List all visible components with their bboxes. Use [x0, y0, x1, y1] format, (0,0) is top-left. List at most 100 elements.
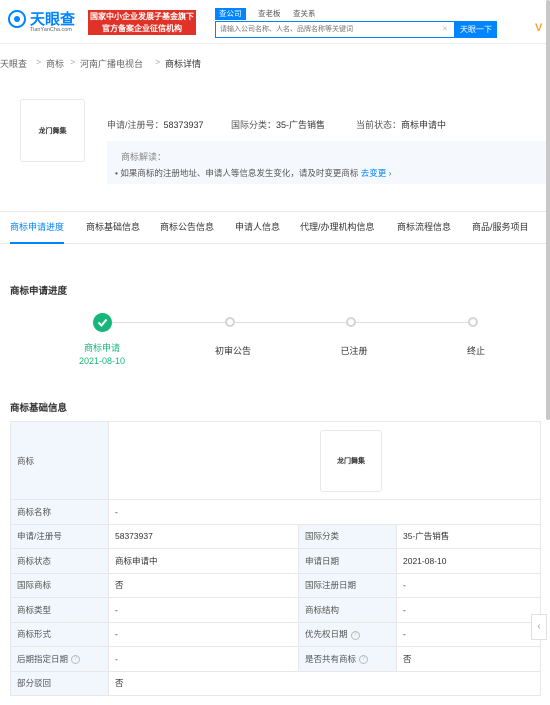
- row-value: -: [108, 621, 299, 647]
- row-key: 国际商标: [10, 572, 109, 598]
- row-key: 商标状态: [10, 548, 109, 574]
- table-row: 部分驳回 否: [10, 670, 542, 696]
- summary-class-value: 35-广告销售: [276, 120, 326, 130]
- gov-badge[interactable]: 国家中小企业发展子基金旗下 官方备案企业征信机构: [88, 10, 196, 35]
- breadcrumb-separator: >: [70, 57, 76, 67]
- breadcrumb-current: 商标详情: [165, 59, 202, 69]
- table-row: 商标 龙门舞集: [10, 421, 542, 500]
- search-input[interactable]: [216, 22, 451, 37]
- row-value: -: [395, 621, 542, 647]
- row-key: 是否共有商标: [305, 653, 357, 664]
- logo-eye-icon: [8, 10, 26, 28]
- tab-announcement[interactable]: 商标公告信息: [160, 212, 214, 243]
- breadcrumb-separator: >: [155, 57, 161, 67]
- row-key: 优先权日期: [305, 629, 348, 640]
- table-row: 国际商标 否 国际注册日期 -: [10, 572, 542, 598]
- step-date-application: 2021-08-10: [78, 356, 126, 366]
- row-key: 商标形式: [10, 621, 109, 647]
- row-key: 商标结构: [298, 597, 397, 623]
- row-key: 商标名称: [10, 499, 109, 525]
- help-icon[interactable]: ?: [71, 655, 81, 664]
- change-trademark-link[interactable]: 去变更 ›: [361, 168, 392, 178]
- detail-tabs: 商标申请进度 商标基础信息 商标公告信息 申请人信息 代理/办理机构信息 商标流…: [0, 211, 550, 244]
- summary-class: 国际分类：35-广告销售: [231, 118, 325, 131]
- row-value: 35-广告销售: [395, 523, 542, 549]
- row-value: -: [395, 597, 542, 623]
- row-key: 申请/注册号: [10, 523, 109, 549]
- progress-section-title: 商标申请进度: [10, 286, 68, 297]
- row-key: 申请日期: [298, 548, 397, 574]
- tab-goods-services[interactable]: 商品/服务项目: [472, 212, 529, 243]
- search-button[interactable]: 天眼一下: [455, 21, 497, 38]
- hint-text-body: • 如果商标的注册地址、申请人等信息发生变化，请及时变更商标: [115, 168, 359, 178]
- logo-subtitle: TianYanCha.com: [30, 27, 72, 33]
- row-value: 否: [395, 646, 542, 672]
- row-key: 国际注册日期: [298, 572, 397, 598]
- breadcrumb-trademark[interactable]: 商标: [46, 57, 64, 70]
- tab-basic-info[interactable]: 商标基础信息: [86, 212, 140, 243]
- scrollbar-thumb[interactable]: [546, 0, 550, 420]
- vip-logo-partial[interactable]: V: [535, 22, 542, 34]
- gov-badge-line2: 官方备案企业征信机构: [102, 24, 182, 33]
- breadcrumb-separator: >: [36, 57, 42, 67]
- row-value: 否: [108, 572, 299, 598]
- clear-icon[interactable]: ✕: [442, 25, 448, 33]
- progress-connector: [112, 322, 230, 323]
- trademark-image[interactable]: 龙门舞集: [320, 429, 382, 492]
- row-key-with-help: 后期指定日期?: [10, 646, 109, 672]
- tab-agency[interactable]: 代理/办理机构信息: [300, 212, 375, 243]
- step-label-application: 商标申请: [83, 343, 120, 353]
- basic-info-section-title: 商标基础信息: [10, 403, 68, 414]
- tab-application-progress[interactable]: 商标申请进度: [10, 212, 65, 244]
- search-box: ✕: [215, 21, 455, 38]
- table-row: 后期指定日期? - 是否共有商标? 否: [10, 646, 542, 672]
- row-value: 2021-08-10: [395, 548, 542, 574]
- row-value: -: [107, 499, 542, 525]
- breadcrumb-home[interactable]: 天眼查: [0, 57, 27, 70]
- trademark-label: 商标: [10, 421, 109, 500]
- nav-tab-company[interactable]: 查公司: [215, 8, 246, 20]
- table-row: 商标形式 - 优先权日期? -: [10, 621, 542, 647]
- table-row: 商标名称 -: [10, 499, 542, 525]
- trademark-image-cell: 龙门舞集: [107, 421, 542, 500]
- step-label-terminated: 终止: [466, 346, 485, 356]
- hint-title: 商标解读：: [121, 152, 167, 162]
- row-key: 部分驳回: [10, 670, 109, 696]
- top-header: 天眼查 TianYanCha.com 国家中小企业发展子基金旗下 官方备案企业征…: [0, 0, 550, 44]
- summary-class-label: 国际分类：: [231, 120, 277, 130]
- step-done-check-icon: [93, 313, 112, 332]
- row-value: -: [395, 572, 542, 598]
- row-value: 商标申请中: [108, 548, 299, 574]
- row-key: 后期指定日期: [17, 653, 69, 664]
- progress-connector: [356, 322, 469, 323]
- basic-info-table: 商标 龙门舞集 商标名称 - 申请/注册号 58373937 国际分类 35-广…: [10, 421, 542, 696]
- help-icon[interactable]: ?: [359, 655, 369, 664]
- tab-process[interactable]: 商标流程信息: [397, 212, 451, 243]
- summary-status-value: 商标申请中: [401, 120, 447, 130]
- trademark-image[interactable]: 龙门舞集: [20, 99, 85, 162]
- logo-name: 天眼查: [30, 11, 76, 28]
- row-key-with-help: 优先权日期?: [298, 621, 397, 647]
- row-key-with-help: 是否共有商标?: [298, 646, 397, 672]
- step-label-registered: 已注册: [340, 346, 368, 356]
- summary-reg-no-label: 申请/注册号：: [107, 120, 164, 130]
- tab-applicant[interactable]: 申请人信息: [235, 212, 280, 243]
- breadcrumb-company[interactable]: 河南广播电视台: [80, 57, 143, 70]
- hint-text: • 如果商标的注册地址、申请人等信息发生变化，请及时变更商标 去变更 ›: [115, 167, 391, 179]
- nav-tab-relation[interactable]: 查关系: [293, 8, 316, 20]
- summary-status-label: 当前状态：: [356, 120, 402, 130]
- help-icon[interactable]: ?: [350, 630, 360, 640]
- page: 天眼查 TianYanCha.com 国家中小企业发展子基金旗下 官方备案企业征…: [0, 0, 550, 705]
- row-value: 否: [107, 670, 542, 696]
- table-row: 商标状态 商标申请中 申请日期 2021-08-10: [10, 548, 542, 574]
- side-collapse-chevron-icon[interactable]: ‹: [531, 614, 547, 640]
- trademark-hint-box: 商标解读： • 如果商标的注册地址、申请人等信息发生变化，请及时变更商标 去变更…: [107, 141, 547, 184]
- summary-reg-no: 申请/注册号：58373937: [107, 118, 204, 131]
- summary-reg-no-value: 58373937: [163, 120, 204, 130]
- step-label-preliminary: 初审公告: [214, 346, 251, 356]
- gov-badge-line1: 国家中小企业发展子基金旗下: [90, 12, 194, 21]
- site-logo[interactable]: 天眼查 TianYanCha.com: [8, 8, 84, 36]
- nav-tab-boss[interactable]: 查老板: [258, 8, 281, 20]
- row-value: -: [108, 597, 299, 623]
- row-value: 58373937: [108, 523, 299, 549]
